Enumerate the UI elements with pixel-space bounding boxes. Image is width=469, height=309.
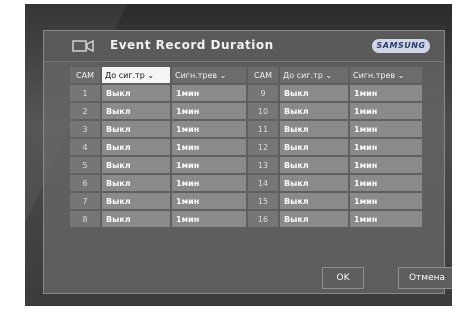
cam-number-right: 14 xyxy=(248,175,278,191)
chevron-down-icon: ⌄ xyxy=(219,70,227,80)
samsung-logo: SAMSUNG xyxy=(372,39,430,53)
alarm-cell-right[interactable]: 1мин xyxy=(350,121,422,137)
alarm-cell-right[interactable]: 1мин xyxy=(350,211,422,227)
table-row: 2 Выкл 1мин 10 Выкл 1мин xyxy=(70,103,422,119)
header-label: До сиг.тр xyxy=(105,70,145,80)
alarm-cell-right[interactable]: 1мин xyxy=(350,157,422,173)
cam-number-right: 9 xyxy=(248,85,278,101)
cam-number-left: 1 xyxy=(70,85,100,101)
cam-number-right: 16 xyxy=(248,211,278,227)
alarm-cell-left[interactable]: 1мин xyxy=(172,103,246,119)
cam-number-right: 12 xyxy=(248,139,278,155)
table-row: 8 Выкл 1мин 16 Выкл 1мин xyxy=(70,211,422,227)
table-row: 1 Выкл 1мин 9 Выкл 1мин xyxy=(70,85,422,101)
cam-number-left: 4 xyxy=(70,139,100,155)
dialog-title: Event Record Duration xyxy=(110,38,274,52)
pre-alarm-cell-right[interactable]: Выкл xyxy=(280,139,348,155)
dialog-titlebar: Event Record Duration SAMSUNG xyxy=(44,31,444,62)
alarm-cell-right[interactable]: 1мин xyxy=(350,175,422,191)
alarm-cell-left[interactable]: 1мин xyxy=(172,193,246,209)
cam-number-left: 5 xyxy=(70,157,100,173)
header-label: До сиг.тр xyxy=(283,70,323,80)
pre-alarm-cell-right[interactable]: Выкл xyxy=(280,85,348,101)
ok-button[interactable]: OK xyxy=(322,267,364,289)
cam-number-right: 15 xyxy=(248,193,278,209)
dvr-screen: Event Record Duration SAMSUNG CAM До сиг… xyxy=(25,4,452,306)
pre-alarm-cell-right[interactable]: Выкл xyxy=(280,103,348,119)
pre-alarm-cell-left[interactable]: Выкл xyxy=(102,157,170,173)
camera-icon xyxy=(72,39,94,53)
pre-alarm-cell-right[interactable]: Выкл xyxy=(280,211,348,227)
event-record-dialog: Event Record Duration SAMSUNG CAM До сиг… xyxy=(43,30,452,294)
header-cam-right: CAM xyxy=(248,67,278,83)
pre-alarm-cell-left[interactable]: Выкл xyxy=(102,175,170,191)
header-alarm-left[interactable]: Сигн.трев ⌄ xyxy=(172,67,246,83)
pre-alarm-cell-left[interactable]: Выкл xyxy=(102,211,170,227)
header-pre-alarm-left[interactable]: До сиг.тр ⌄ xyxy=(102,67,170,83)
table-header-row: CAM До сиг.тр ⌄ Сигн.трев ⌄ CAM До сиг.т… xyxy=(70,67,422,83)
pre-alarm-cell-right[interactable]: Выкл xyxy=(280,193,348,209)
pre-alarm-cell-left[interactable]: Выкл xyxy=(102,85,170,101)
chevron-down-icon: ⌄ xyxy=(147,70,155,80)
pre-alarm-cell-left[interactable]: Выкл xyxy=(102,139,170,155)
alarm-cell-left[interactable]: 1мин xyxy=(172,211,246,227)
alarm-cell-right[interactable]: 1мин xyxy=(350,193,422,209)
header-alarm-right[interactable]: Сигн.трев ⌄ xyxy=(350,67,422,83)
pre-alarm-cell-left[interactable]: Выкл xyxy=(102,103,170,119)
alarm-cell-left[interactable]: 1мин xyxy=(172,121,246,137)
cancel-button[interactable]: Отмена xyxy=(398,267,452,289)
pre-alarm-cell-left[interactable]: Выкл xyxy=(102,193,170,209)
table-row: 6 Выкл 1мин 14 Выкл 1мин xyxy=(70,175,422,191)
alarm-cell-right[interactable]: 1мин xyxy=(350,85,422,101)
table-row: 5 Выкл 1мин 13 Выкл 1мин xyxy=(70,157,422,173)
pre-alarm-cell-right[interactable]: Выкл xyxy=(280,157,348,173)
alarm-cell-left[interactable]: 1мин xyxy=(172,85,246,101)
header-pre-alarm-right[interactable]: До сиг.тр ⌄ xyxy=(280,67,348,83)
header-cam-left: CAM xyxy=(70,67,100,83)
chevron-down-icon: ⌄ xyxy=(397,70,405,80)
alarm-cell-left[interactable]: 1мин xyxy=(172,157,246,173)
cam-number-left: 2 xyxy=(70,103,100,119)
cam-number-left: 7 xyxy=(70,193,100,209)
header-label: Сигн.трев xyxy=(175,70,218,80)
table-row: 3 Выкл 1мин 11 Выкл 1мин xyxy=(70,121,422,137)
chevron-down-icon: ⌄ xyxy=(325,70,333,80)
alarm-cell-left[interactable]: 1мин xyxy=(172,139,246,155)
table-row: 7 Выкл 1мин 15 Выкл 1мин xyxy=(70,193,422,209)
alarm-cell-left[interactable]: 1мин xyxy=(172,175,246,191)
cam-number-right: 11 xyxy=(248,121,278,137)
cam-number-left: 8 xyxy=(70,211,100,227)
cam-number-left: 6 xyxy=(70,175,100,191)
pre-alarm-cell-right[interactable]: Выкл xyxy=(280,121,348,137)
alarm-cell-right[interactable]: 1мин xyxy=(350,103,422,119)
pre-alarm-cell-left[interactable]: Выкл xyxy=(102,121,170,137)
alarm-cell-right[interactable]: 1мин xyxy=(350,139,422,155)
header-label: Сигн.трев xyxy=(353,70,396,80)
event-duration-table: CAM До сиг.тр ⌄ Сигн.трев ⌄ CAM До сиг.т… xyxy=(68,65,424,229)
cam-number-right: 10 xyxy=(248,103,278,119)
pre-alarm-cell-right[interactable]: Выкл xyxy=(280,175,348,191)
cam-number-right: 13 xyxy=(248,157,278,173)
cam-number-left: 3 xyxy=(70,121,100,137)
table-row: 4 Выкл 1мин 12 Выкл 1мин xyxy=(70,139,422,155)
